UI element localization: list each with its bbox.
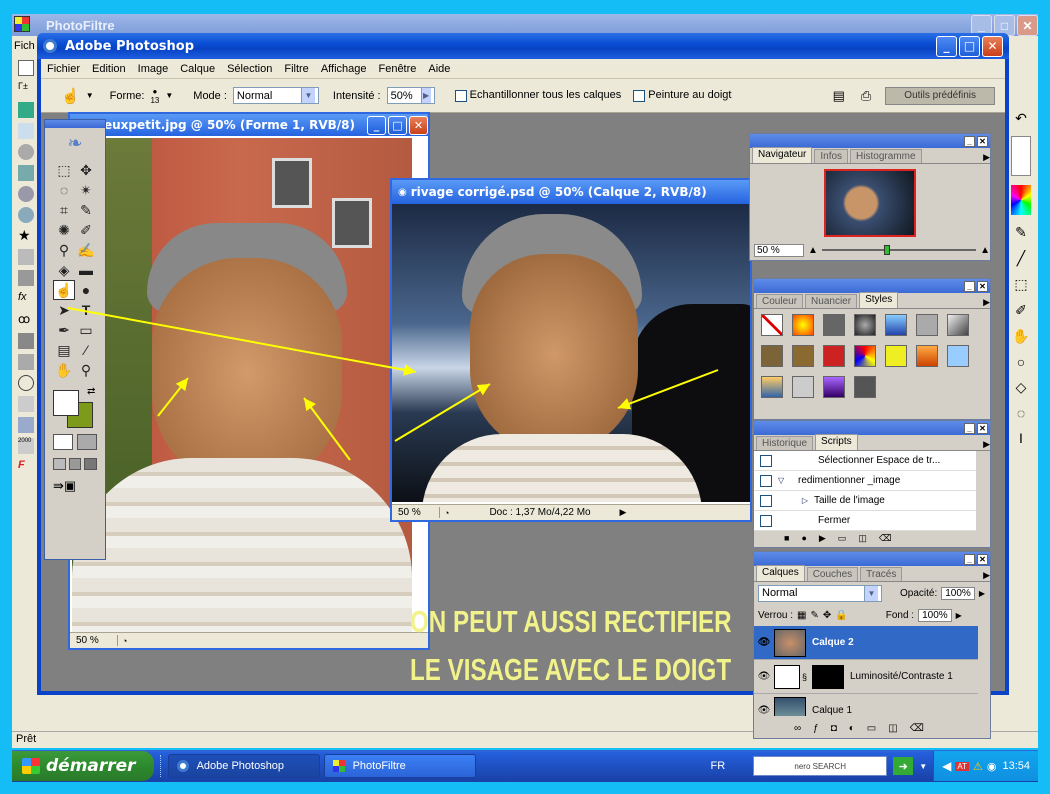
caption: ON PEUT AUSSI RECTIFIER LE VISAGE AVEC L… <box>410 598 732 694</box>
arrow <box>303 397 351 461</box>
go-arrow-icon[interactable]: ➜ <box>893 757 914 775</box>
system-tray: ◀ AT ⚠ ◉ 13:54 <box>933 751 1038 781</box>
search-input[interactable]: nero SEARCH <box>753 756 888 776</box>
arrow <box>157 377 189 417</box>
back-arrow-icon[interactable]: ◀ <box>942 759 951 773</box>
taskbar: démarrer Adobe Photoshop PhotoFiltre FR … <box>12 750 1038 782</box>
windows-logo-icon <box>22 758 40 774</box>
foreground-color[interactable] <box>53 390 79 416</box>
antivirus-icon[interactable]: AT <box>955 761 969 771</box>
photofiltre-task-icon <box>332 760 345 772</box>
task-photoshop[interactable]: Adobe Photoshop <box>167 754 320 778</box>
toolbar-dropdown-icon[interactable]: ▼ <box>919 762 927 771</box>
start-label: démarrer <box>46 756 136 776</box>
arrow <box>394 383 491 442</box>
arrow <box>67 307 417 376</box>
task-label: Adobe Photoshop <box>196 760 285 772</box>
caption-line-2: LE VISAGE AVEC LE DOIGT <box>410 652 732 687</box>
arrow <box>617 369 719 410</box>
start-button[interactable]: démarrer <box>12 751 154 781</box>
network-icon[interactable]: ◉ <box>987 760 997 773</box>
clock: 13:54 <box>1002 760 1030 772</box>
alert-icon[interactable]: ⚠ <box>973 760 983 773</box>
separator <box>159 755 164 777</box>
photoshop-task-icon <box>176 760 189 772</box>
language-indicator[interactable]: FR <box>711 760 726 772</box>
task-photofiltre[interactable]: PhotoFiltre <box>323 754 476 778</box>
task-label: PhotoFiltre <box>352 760 406 772</box>
caption-line-1: ON PEUT AUSSI RECTIFIER <box>410 604 732 639</box>
